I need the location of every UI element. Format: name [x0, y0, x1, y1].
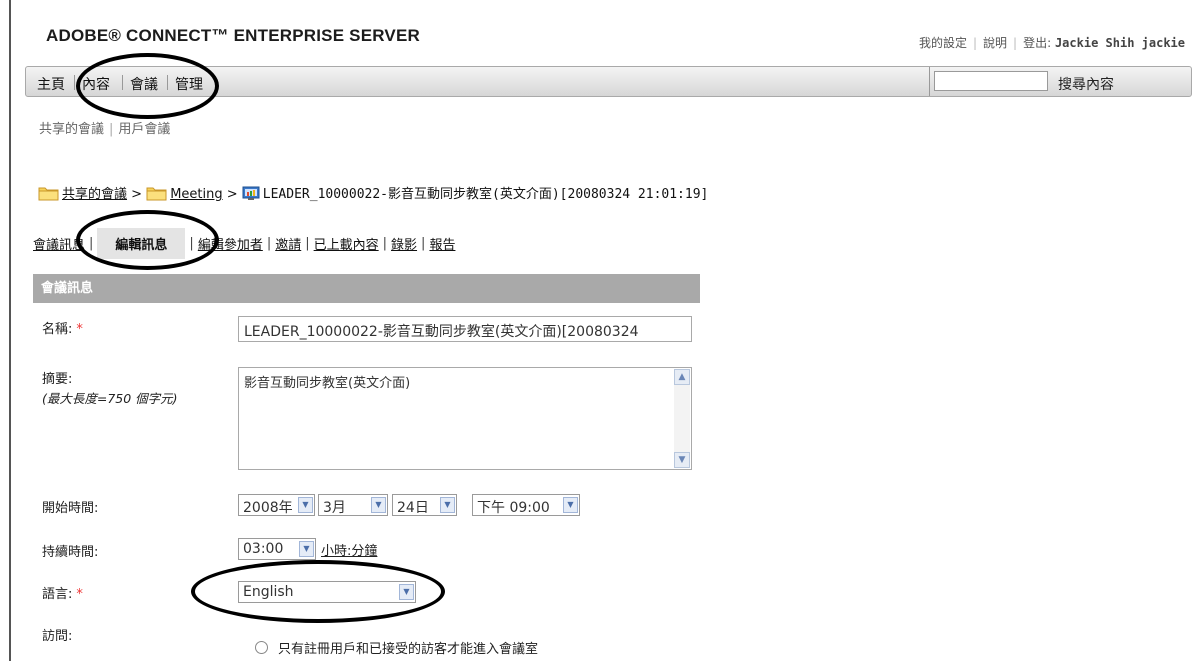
radio-button[interactable] — [255, 641, 268, 654]
search-input[interactable] — [934, 71, 1048, 91]
tab-recordings[interactable]: 錄影 — [391, 234, 417, 253]
language-select[interactable]: English ▼ — [238, 581, 416, 603]
product-brand: ADOBE® CONNECT™ ENTERPRISE SERVER — [46, 26, 420, 45]
search-content-button[interactable]: 搜尋內容 — [1058, 74, 1114, 94]
duration-select[interactable]: 03:00 ▼ — [238, 538, 316, 560]
section-header: 會議訊息 — [33, 274, 700, 303]
summary-scrollbar[interactable]: ▲ ▼ — [674, 369, 690, 468]
access-label: 訪問: — [42, 629, 73, 644]
chevron-down-icon: ▼ — [399, 584, 414, 600]
main-nav-bar: 主頁 內容 會議 管理 搜尋內容 — [25, 66, 1192, 97]
page-left-border — [9, 0, 11, 661]
nav-separator — [167, 75, 168, 90]
folder-icon — [38, 187, 59, 201]
chevron-down-icon: ▼ — [298, 497, 313, 513]
tab-invitations[interactable]: 邀請 — [275, 234, 301, 253]
start-year-select[interactable]: 2008年 ▼ — [238, 494, 315, 516]
logout-link[interactable]: 登出: — [1023, 36, 1051, 50]
duration-label: 持續時間: — [42, 545, 99, 560]
tab-edit-participants[interactable]: 編輯參加者 — [198, 234, 263, 253]
required-marker: * — [76, 322, 83, 337]
duration-unit: 小時:分鐘 — [321, 544, 378, 559]
tab-uploaded-content[interactable]: 已上載內容 — [314, 234, 379, 253]
nav-meetings[interactable]: 會議 — [130, 74, 158, 94]
meeting-room-icon — [242, 186, 260, 200]
breadcrumb-meeting-folder-link[interactable]: Meeting — [170, 187, 222, 202]
tab-edit-info[interactable]: 編輯訊息 — [97, 228, 186, 259]
tab-meeting-info[interactable]: 會議訊息 — [33, 234, 85, 253]
meeting-tabs: 會議訊息 | 編輯訊息 | 編輯參加者 | 邀請 | 已上載內容 | 錄影 | 報告 — [33, 228, 455, 259]
access-option-label: 只有註冊用戶和已接受的訪客才能進入會議室 — [278, 642, 539, 657]
language-label: 語言: * — [42, 587, 83, 602]
start-day-select[interactable]: 24日 ▼ — [392, 494, 457, 516]
help-link[interactable]: 說明 — [983, 36, 1007, 50]
name-label: 名稱: * — [42, 322, 83, 337]
my-settings-link[interactable]: 我的設定 — [919, 36, 967, 50]
scroll-down-icon[interactable]: ▼ — [674, 452, 690, 468]
nav-admin[interactable]: 管理 — [175, 74, 203, 94]
scroll-up-icon[interactable]: ▲ — [674, 369, 690, 385]
meeting-name-field[interactable]: LEADER_10000022-影音互動同步教室(英文介面)[20080324 — [238, 316, 692, 342]
access-option-registered[interactable]: 只有註冊用戶和已接受的訪客才能進入會議室 — [255, 638, 538, 657]
subnav-shared-meetings[interactable]: 共享的會議 — [39, 122, 104, 137]
top-links: 我的設定 | 說明 | 登出: Jackie Shih jackie — [918, 36, 1185, 50]
tab-reports[interactable]: 報告 — [429, 234, 455, 253]
user-name: Jackie Shih jackie — [1054, 36, 1185, 50]
folder-icon — [146, 187, 167, 201]
chevron-down-icon: ▼ — [371, 497, 386, 513]
summary-text: 影音互動同步教室(英文介面) — [244, 376, 411, 391]
breadcrumb: 共享的會議 > Meeting > LEADER_10000022-影音互動同步… — [38, 183, 708, 202]
summary-textarea[interactable]: 影音互動同步教室(英文介面) ▲ ▼ — [238, 367, 692, 470]
sub-nav: 共享的會議 | 用戶會議 — [39, 122, 171, 137]
start-time-label: 開始時間: — [42, 501, 99, 516]
chevron-down-icon: ▼ — [299, 541, 314, 557]
start-month-select[interactable]: 3月 ▼ — [318, 494, 388, 516]
breadcrumb-shared-meetings-link[interactable]: 共享的會議 — [62, 187, 127, 202]
nav-separator — [122, 75, 123, 90]
subnav-user-meetings[interactable]: 用戶會議 — [118, 122, 170, 137]
chevron-down-icon: ▼ — [440, 497, 455, 513]
summary-label: 摘要: (最大長度=750 個字元) — [42, 372, 178, 406]
breadcrumb-current-meeting: LEADER_10000022-影音互動同步教室(英文介面)[20080324 … — [262, 187, 709, 202]
nav-separator — [74, 75, 75, 90]
nav-divider — [929, 67, 930, 96]
nav-home[interactable]: 主頁 — [37, 74, 65, 94]
summary-hint: (最大長度=750 個字元) — [42, 391, 178, 406]
start-time-select[interactable]: 下午 09:00 ▼ — [472, 494, 580, 516]
chevron-down-icon: ▼ — [563, 497, 578, 513]
nav-content[interactable]: 內容 — [82, 74, 110, 94]
required-marker: * — [76, 587, 83, 602]
